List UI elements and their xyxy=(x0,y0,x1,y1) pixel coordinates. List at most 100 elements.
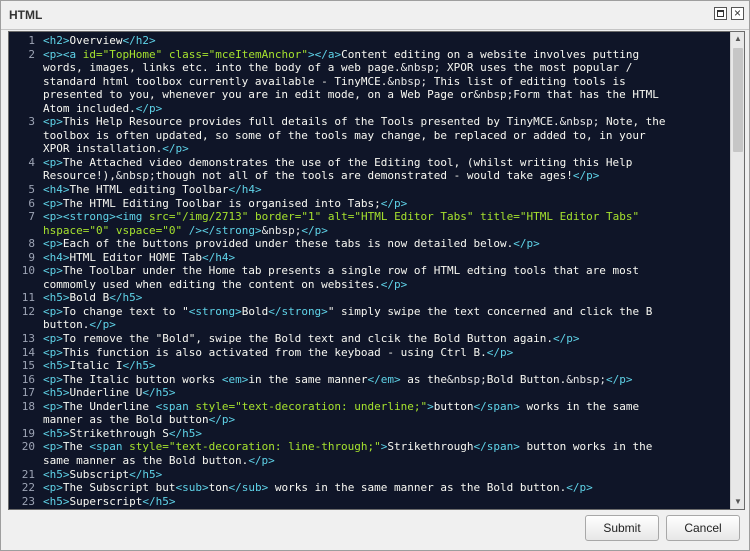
code-line: words, images, links etc. into the body … xyxy=(9,61,731,75)
code-token: The Subscript but xyxy=(62,481,176,495)
code-token: </p> xyxy=(572,169,600,183)
code-token: <p> xyxy=(43,440,63,454)
code-line: 21 <h5>Subscript</h5> xyxy=(9,468,731,482)
code-token: </p> xyxy=(301,223,328,237)
code-token: <p> xyxy=(43,304,63,318)
code-token: "HTML Editor Tabs" xyxy=(354,210,474,224)
code-token: The Attached video demonstrates the use … xyxy=(62,155,633,169)
code-token: ></a> xyxy=(307,47,342,61)
html-source-dialog: HTML × 1 <h2>Overview</h2> 2 <p><a id="TopH… xyxy=(0,0,750,551)
code-token: " simply swipe the text concerned and cl… xyxy=(327,304,653,318)
code-token: style= xyxy=(195,399,236,413)
code-token: </p> xyxy=(380,196,408,210)
code-token: Strikethrough xyxy=(387,440,474,454)
line-number: 1 xyxy=(28,34,35,47)
code-token: "text-decoration: line-through;" xyxy=(168,440,381,454)
line-number: 5 xyxy=(28,183,35,197)
code-token: </p> xyxy=(513,237,540,251)
code-token: <strong> xyxy=(62,210,116,224)
code-token: </p> xyxy=(208,413,236,427)
code-token: Bold xyxy=(241,304,269,318)
code-token: <h4> xyxy=(43,183,70,197)
code-token: "HTML Editor Tabs" xyxy=(519,210,640,224)
code-token: Strikethrough S xyxy=(69,426,169,440)
code-token: commomly used when editing the content o… xyxy=(43,277,381,291)
code-area[interactable]: 1 <h2>Overview</h2> 2 <p><a id="TopHome" cl… xyxy=(9,32,731,508)
submit-button[interactable]: Submit xyxy=(585,515,659,541)
code-token: This list of editing tools is xyxy=(427,74,626,88)
code-token: works in the same manner as the Bold but… xyxy=(268,481,567,495)
code-token: To change text to " xyxy=(62,304,189,318)
code-line: manner as the Bold button</p> xyxy=(9,413,731,427)
scroll-down-icon[interactable]: ▼ xyxy=(731,495,744,509)
code-token: "0" xyxy=(89,223,110,237)
code-token: </h5> xyxy=(168,426,202,440)
vertical-scrollbar[interactable]: ▲ ▼ xyxy=(730,32,744,509)
code-line: 11 <h5>Bold B</h5> xyxy=(9,291,731,305)
code-token: <p> xyxy=(43,372,63,386)
code-token: <h5> xyxy=(43,359,70,373)
code-token: </p> xyxy=(380,277,408,291)
code-line: 23 <h5>Superscript</h5> xyxy=(9,495,731,509)
code-token: <h5> xyxy=(43,467,70,481)
line-number: 2 xyxy=(28,47,35,61)
code-line: 15 <h5>Italic I</h5> xyxy=(9,359,731,373)
close-icon[interactable]: × xyxy=(731,7,744,20)
line-number: 17 xyxy=(21,386,35,400)
code-token: </p> xyxy=(566,481,593,495)
code-token: works in the same xyxy=(519,399,640,413)
line-number: 13 xyxy=(21,332,35,346)
code-line: 1 <h2>Overview</h2> xyxy=(9,34,731,48)
code-token: </h4> xyxy=(228,183,262,197)
code-token: <img xyxy=(115,210,149,224)
code-line: 2 <p><a id="TopHome" class="mceItemAnchor… xyxy=(9,48,731,62)
code-token: border= xyxy=(254,210,302,224)
code-token: </h5> xyxy=(122,359,156,373)
line-number: 22 xyxy=(21,481,35,495)
code-line: hspace="0" vspace="0" /></strong>&nbsp;<… xyxy=(9,224,731,238)
scroll-up-icon[interactable]: ▲ xyxy=(731,32,744,46)
line-number: 11 xyxy=(21,291,35,305)
code-token: <p> xyxy=(43,210,63,224)
code-token: "mceItemAnchor" xyxy=(208,47,308,61)
code-token: </strong> xyxy=(201,223,262,237)
code-line: 9 <h4>HTML Editor HOME Tab</h4> xyxy=(9,251,731,265)
code-token: </span> xyxy=(473,399,520,413)
code-token: &nbsp; xyxy=(400,61,441,75)
code-token: Content editing on a website involves pu… xyxy=(341,47,640,61)
scrollbar-thumb[interactable] xyxy=(733,48,743,152)
code-token: </h5> xyxy=(129,467,163,481)
code-token: same manner as the Bold button. xyxy=(43,453,249,467)
code-token: </em> xyxy=(367,372,401,386)
code-token: </span> xyxy=(473,440,520,454)
dialog-titlebar: HTML × xyxy=(1,1,749,30)
code-token: <p> xyxy=(43,47,63,61)
line-number: 7 xyxy=(28,210,35,224)
code-token: <h2> xyxy=(43,34,70,47)
code-token: The xyxy=(62,440,90,454)
code-token: > xyxy=(427,399,434,413)
code-token: button works in the xyxy=(519,440,653,454)
code-token: <h4> xyxy=(43,250,70,264)
code-token: as the xyxy=(400,372,448,386)
code-token: This Help Resource provides full details… xyxy=(62,115,560,129)
code-token: <p> xyxy=(43,196,63,210)
code-token: manner as the Bold button xyxy=(43,413,209,427)
html-code-editor[interactable]: 1 <h2>Overview</h2> 2 <p><a id="TopHome" cl… xyxy=(8,31,745,510)
code-token: HTML Editor HOME Tab xyxy=(69,250,202,264)
code-token: </p> xyxy=(486,345,514,359)
code-token: &nbsp; xyxy=(261,223,302,237)
code-token: "0" xyxy=(162,223,183,237)
code-token: </p> xyxy=(135,101,163,115)
cancel-button[interactable]: Cancel xyxy=(666,515,740,541)
code-token: The HTML Editing Toolbar is organised in… xyxy=(62,196,381,210)
code-token: <span xyxy=(89,440,130,454)
code-line: 8 <p>Each of the buttons provided under t… xyxy=(9,237,731,251)
code-token: <em> xyxy=(221,372,249,386)
maximize-icon[interactable] xyxy=(714,7,727,20)
code-token: <p> xyxy=(43,155,63,169)
code-token: </p> xyxy=(89,318,116,332)
code-token: src= xyxy=(148,210,176,224)
code-token: </p> xyxy=(162,142,189,156)
